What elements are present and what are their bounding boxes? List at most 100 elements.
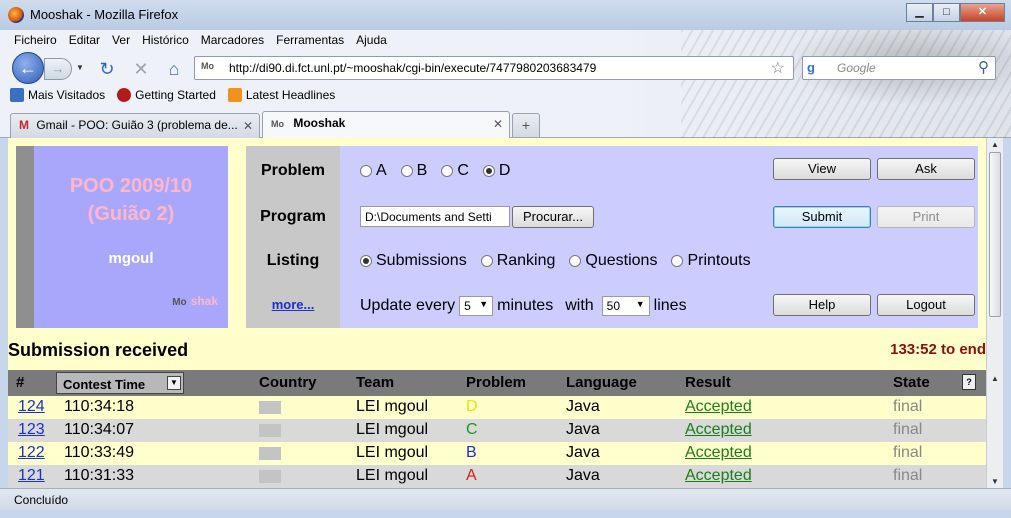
- lines-select[interactable]: 50 ▼: [601, 296, 650, 316]
- firefox-icon: [117, 88, 132, 102]
- country-flag: [259, 424, 281, 437]
- scroll-up-icon[interactable]: ▲: [991, 374, 999, 383]
- table-row: 124 110:34:18 LEI mgoul D Java Accepted final: [8, 396, 986, 419]
- listing-option-questions[interactable]: Questions: [569, 252, 657, 270]
- bookmark-star-icon[interactable]: ☆: [771, 58, 785, 78]
- header-team: Team: [356, 374, 395, 391]
- minimize-button[interactable]: ▁: [906, 3, 933, 22]
- problem-option-d[interactable]: D: [482, 162, 510, 180]
- address-bar[interactable]: Mo http://di90.di.fct.unl.pt/~mooshak/cg…: [194, 56, 794, 80]
- close-window-button[interactable]: ✕: [960, 3, 1005, 22]
- search-icon[interactable]: ⚲: [978, 58, 989, 76]
- menu-historico[interactable]: Histórico: [136, 33, 195, 47]
- contest-title: POO 2009/10 (Guião 2): [34, 172, 228, 228]
- page-scrollbar[interactable]: ▲ ▲ ▼: [986, 138, 1003, 488]
- submission-number-link[interactable]: 122: [18, 444, 45, 462]
- bookmark-mais-visitados[interactable]: Mais Visitados: [10, 88, 105, 102]
- scroll-down-icon[interactable]: ▼: [991, 477, 999, 486]
- more-link[interactable]: more...: [246, 297, 340, 312]
- bookmark-label: Getting Started: [135, 88, 216, 102]
- site-favicon-icon: Mo: [201, 61, 214, 71]
- state-cell: final: [893, 421, 923, 438]
- radio-button[interactable]: [400, 165, 413, 177]
- window-title: Mooshak - Mozilla Firefox: [30, 7, 179, 22]
- submit-button[interactable]: Submit: [773, 206, 871, 228]
- minutes-select[interactable]: 5 ▼: [459, 296, 494, 316]
- new-tab-button[interactable]: +: [512, 113, 540, 137]
- menu-ferramentas[interactable]: Ferramentas: [270, 33, 350, 47]
- close-tab-icon[interactable]: ✕: [493, 117, 503, 131]
- status-line: Submission received 133:52 to end: [8, 332, 986, 360]
- menu-marcadores[interactable]: Marcadores: [195, 33, 270, 47]
- history-dropdown-icon[interactable]: ▼: [76, 63, 84, 72]
- problem-label: Problem: [260, 162, 325, 179]
- header-country: Country: [259, 374, 317, 391]
- window-titlebar: Mooshak - Mozilla Firefox ▁ □ ✕: [0, 0, 1011, 30]
- radio-button[interactable]: [480, 255, 493, 267]
- bookmark-latest-headlines[interactable]: Latest Headlines: [227, 88, 335, 102]
- print-button[interactable]: Print: [877, 206, 975, 228]
- contest-time-sort[interactable]: Contest Time ▼: [56, 372, 184, 394]
- tab-gmail[interactable]: M Gmail - POO: Guião 3 (problema de... ✕: [10, 113, 260, 138]
- radio-button[interactable]: [569, 255, 582, 267]
- listing-option-printouts[interactable]: Printouts: [671, 252, 751, 270]
- listing-option-ranking[interactable]: Ranking: [480, 252, 555, 270]
- result-link[interactable]: Accepted: [685, 444, 752, 462]
- radio-button[interactable]: [671, 255, 684, 267]
- search-input[interactable]: Google: [837, 61, 876, 75]
- program-file-field[interactable]: D:\Documents and Setti: [360, 206, 510, 227]
- result-link[interactable]: Accepted: [685, 421, 752, 439]
- radio-button-selected[interactable]: [360, 255, 372, 267]
- logout-button[interactable]: Logout: [877, 294, 975, 316]
- submission-number-link[interactable]: 123: [18, 421, 45, 439]
- close-tab-icon[interactable]: ✕: [243, 119, 253, 133]
- menu-ajuda[interactable]: Ajuda: [350, 33, 393, 47]
- submission-number-link[interactable]: 121: [18, 467, 45, 485]
- menu-editar[interactable]: Editar: [63, 33, 106, 47]
- problem-cell: C: [466, 421, 478, 438]
- view-button[interactable]: View: [773, 158, 871, 180]
- chevron-down-icon[interactable]: ▼: [167, 376, 181, 390]
- table-row: 123 110:34:07 LEI mgoul C Java Accepted final: [8, 419, 986, 442]
- help-button[interactable]: Help: [773, 294, 871, 316]
- back-arrow-icon: ←: [19, 58, 37, 78]
- problem-option-c[interactable]: C: [441, 162, 469, 180]
- problem-option-b[interactable]: B: [400, 162, 427, 180]
- chevron-down-icon: ▼: [635, 299, 645, 309]
- back-button[interactable]: ←: [12, 52, 44, 84]
- scroll-up-icon[interactable]: ▲: [991, 140, 999, 149]
- problem-cell: D: [466, 398, 478, 415]
- update-prefix-label: Update every: [360, 297, 456, 314]
- option-label: Printouts: [687, 252, 751, 269]
- home-icon[interactable]: ⌂: [163, 58, 185, 80]
- menu-ver[interactable]: Ver: [106, 33, 136, 47]
- ask-button[interactable]: Ask: [877, 158, 975, 180]
- radio-button[interactable]: [360, 165, 372, 177]
- scrollbar-thumb[interactable]: [989, 152, 1001, 317]
- listing-option-submissions[interactable]: Submissions: [360, 252, 467, 270]
- url-text[interactable]: http://di90.di.fct.unl.pt/~mooshak/cgi-b…: [229, 61, 596, 75]
- forward-button[interactable]: →: [44, 58, 72, 80]
- bookmarks-toolbar: Mais Visitados Getting Started Latest He…: [10, 88, 335, 102]
- bookmark-getting-started[interactable]: Getting Started: [117, 88, 216, 102]
- radio-button[interactable]: [441, 165, 454, 177]
- maximize-button[interactable]: □: [933, 3, 960, 22]
- stop-icon[interactable]: ✕: [130, 58, 152, 80]
- team-cell: LEI mgoul: [356, 398, 429, 415]
- mooshak-favicon-icon: Mo: [271, 119, 284, 129]
- browse-button[interactable]: Procurar...: [512, 206, 594, 228]
- problem-option-a[interactable]: A: [360, 162, 387, 180]
- submission-number-link[interactable]: 124: [18, 398, 45, 416]
- minutes-label: minutes: [497, 297, 554, 314]
- search-bar[interactable]: g Google ⚲: [802, 56, 996, 80]
- header-state: State: [893, 374, 930, 391]
- reload-icon[interactable]: ↻: [96, 58, 118, 80]
- state-cell: final: [893, 398, 923, 415]
- result-link[interactable]: Accepted: [685, 398, 752, 416]
- tab-mooshak[interactable]: Mo Mooshak ✕: [262, 111, 510, 138]
- menu-ficheiro[interactable]: Ficheiro: [8, 33, 63, 47]
- radio-button-selected[interactable]: [482, 165, 495, 177]
- google-icon[interactable]: g: [807, 60, 823, 76]
- result-link[interactable]: Accepted: [685, 467, 752, 485]
- help-icon[interactable]: ?: [962, 374, 976, 390]
